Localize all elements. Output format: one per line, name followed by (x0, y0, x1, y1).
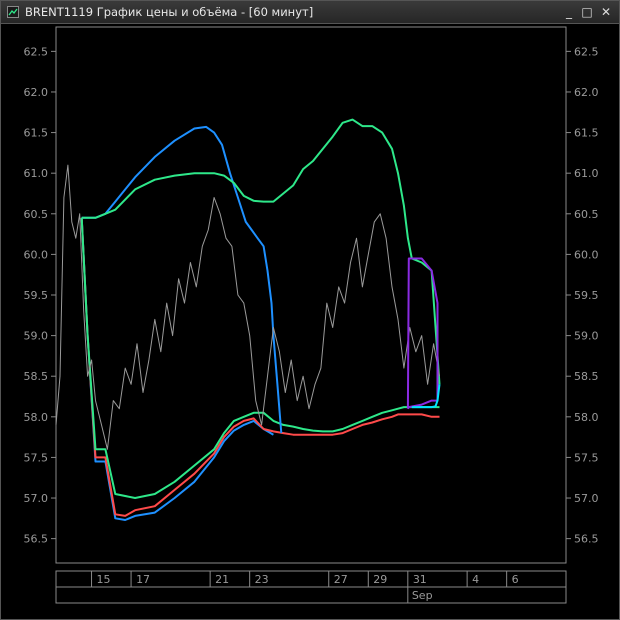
y-tick-label-left: 60.5 (24, 208, 49, 221)
x-tick-label: 6 (512, 573, 519, 586)
x-tick-label: 29 (373, 573, 387, 586)
y-tick-label-right: 60.0 (574, 248, 599, 261)
y-tick-label-right: 57.5 (574, 451, 599, 464)
y-tick-label-right: 56.5 (574, 533, 599, 546)
y-tick-label-right: 62.0 (574, 86, 599, 99)
y-tick-label-left: 57.0 (24, 492, 49, 505)
y-tick-label-right: 58.5 (574, 370, 599, 383)
y-tick-label-left: 56.5 (24, 533, 49, 546)
y-tick-label-right: 59.0 (574, 330, 599, 343)
y-tick-label-left: 61.5 (24, 127, 49, 140)
y-tick-label-left: 57.5 (24, 451, 49, 464)
y-axis-right: 56.5 57.0 57.5 58.0 58.5 59.0 59.5 60.0 60.5 61.0… (566, 45, 599, 546)
y-tick-label-left: 59.0 (24, 330, 49, 343)
price-chart[interactable]: 56.5 57.0 57.5 58.0 58.5 59.0 59.5 60.0 60.5 61.0… (1, 1, 619, 619)
chart-window: BRENT1119 График цены и объёма - [60 мин… (0, 0, 620, 620)
x-axis-month-panel (55, 586, 567, 604)
x-tick-label: 21 (215, 573, 229, 586)
x-tick-label: 31 (413, 573, 427, 586)
plot-area[interactable] (55, 26, 567, 564)
y-tick-label-right: 59.5 (574, 289, 599, 302)
x-tick-label: 4 (472, 573, 479, 586)
x-axis-panel (55, 570, 567, 588)
y-tick-label-right: 61.0 (574, 167, 599, 180)
y-tick-label-left: 61.0 (24, 167, 49, 180)
y-tick-label-right: 62.5 (574, 45, 599, 58)
x-tick-label: 27 (334, 573, 348, 586)
y-tick-label-right: 58.0 (574, 411, 599, 424)
y-tick-label-right: 60.5 (574, 208, 599, 221)
x-tick-label: 17 (136, 573, 150, 586)
y-tick-label-left: 58.5 (24, 370, 49, 383)
y-tick-label-left: 62.0 (24, 86, 49, 99)
y-tick-label-left: 62.5 (24, 45, 49, 58)
x-tick-label: 23 (255, 573, 269, 586)
x-tick-label: 15 (97, 573, 111, 586)
y-tick-label-left: 60.0 (24, 248, 49, 261)
y-axis-left: 56.5 57.0 57.5 58.0 58.5 59.0 59.5 60.0 60.5 61.0… (24, 45, 56, 546)
y-tick-label-right: 57.0 (574, 492, 599, 505)
y-tick-label-left: 58.0 (24, 411, 49, 424)
y-tick-label-left: 59.5 (24, 289, 49, 302)
month-label: Sep (412, 589, 433, 602)
y-tick-label-right: 61.5 (574, 127, 599, 140)
